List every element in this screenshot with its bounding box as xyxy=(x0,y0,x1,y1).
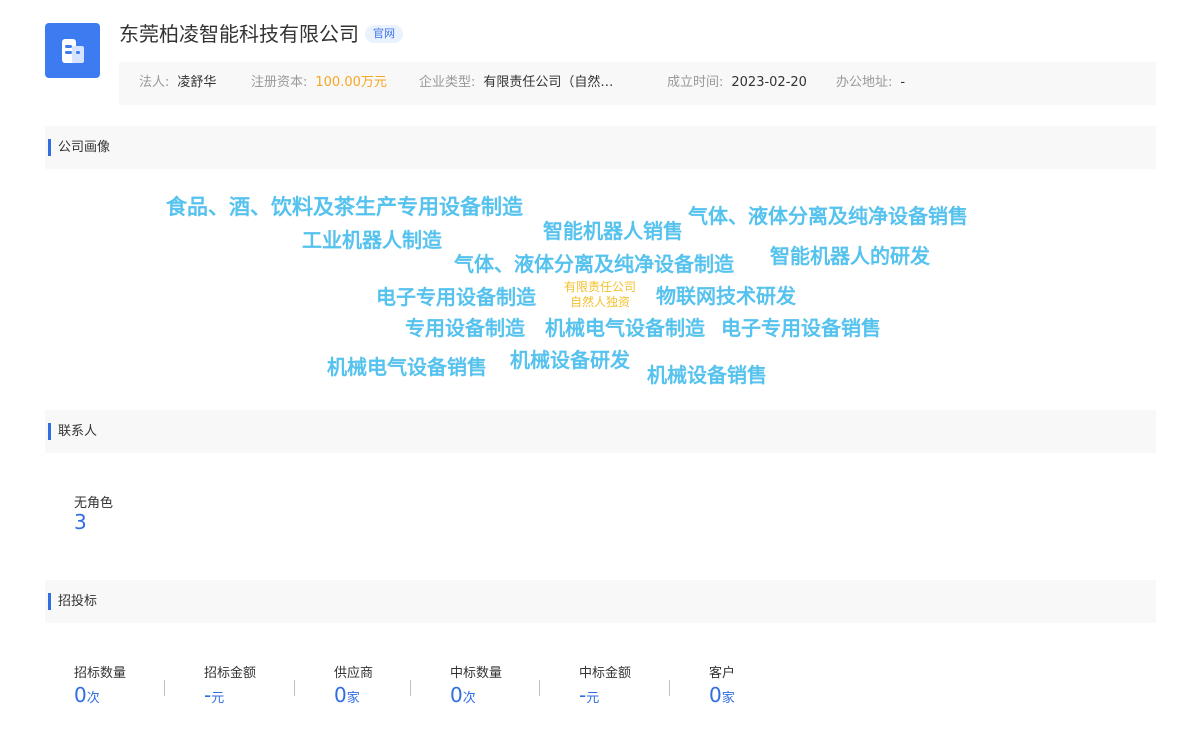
stat-divider xyxy=(539,680,540,696)
stat-label: 招标金额 xyxy=(204,666,257,681)
stat-unit: 次 xyxy=(462,691,476,706)
company-logo xyxy=(45,23,100,78)
contact-count[interactable]: 3 xyxy=(74,510,87,534)
stat-unit: 家 xyxy=(346,691,360,706)
stat-suppliers: 供应商 0家 xyxy=(334,662,373,707)
cloud-word[interactable]: 食品、酒、饮料及茶生产专用设备制造 xyxy=(166,191,523,221)
legal-person-value[interactable]: 凌舒华 xyxy=(177,75,216,90)
stat-unit: 家 xyxy=(721,691,735,706)
section-bidding-title: 招投标 xyxy=(48,593,97,610)
stat-label: 中标数量 xyxy=(450,666,503,681)
section-profile: 公司画像 xyxy=(45,126,1156,169)
company-name: 东莞柏凌智能科技有限公司 xyxy=(119,22,359,46)
section-contacts: 联系人 xyxy=(45,410,1156,453)
company-type-label: 企业类型: xyxy=(419,75,476,90)
contact-role-label: 无角色 xyxy=(74,496,114,511)
section-contacts-title: 联系人 xyxy=(48,423,97,440)
company-type-value: 有限责任公司（自然… xyxy=(483,75,614,90)
cloud-word-type-line1: 有限责任公司 xyxy=(563,280,636,294)
stat-value[interactable]: 0 xyxy=(334,683,347,707)
stat-unit: 元 xyxy=(211,691,225,706)
cloud-word[interactable]: 智能机器人的研发 xyxy=(770,240,930,269)
stat-win-count: 中标数量 0次 xyxy=(450,662,502,707)
stat-value[interactable]: 0 xyxy=(74,683,87,707)
website-link[interactable]: 官网 xyxy=(365,25,403,43)
stat-value[interactable]: 0 xyxy=(450,683,463,707)
cloud-word[interactable]: 电子专用设备制造 xyxy=(376,281,536,310)
stat-label: 供应商 xyxy=(334,666,374,681)
company-info-bar: 法人: 凌舒华 注册资本: 100.00万元 企业类型: 有限责任公司（自然… 成立时… xyxy=(119,62,1156,105)
capital-field: 注册资本: 100.00万元 xyxy=(251,62,387,103)
stat-divider xyxy=(410,680,411,696)
cloud-word[interactable]: 机械电气设备制造 xyxy=(545,312,705,341)
building-icon xyxy=(61,38,84,63)
stat-divider xyxy=(294,680,295,696)
stat-label: 招标数量 xyxy=(74,666,127,681)
established-label: 成立时间: xyxy=(667,75,724,90)
stat-unit: 元 xyxy=(586,691,600,706)
address-label: 办公地址: xyxy=(836,75,893,90)
cloud-word[interactable]: 专用设备制造 xyxy=(405,312,525,341)
capital-value: 100.00万元 xyxy=(315,75,387,90)
stat-win-amount: 中标金额 -元 xyxy=(579,662,631,707)
legal-person-field: 法人: 凌舒华 xyxy=(139,62,216,103)
cloud-word[interactable]: 机械设备研发 xyxy=(510,344,630,373)
stat-tender-amount: 招标金额 -元 xyxy=(204,662,256,707)
stat-label: 中标金额 xyxy=(579,666,632,681)
stat-divider xyxy=(669,680,670,696)
cloud-word[interactable]: 机械设备销售 xyxy=(647,359,767,388)
established-value: 2023-02-20 xyxy=(731,75,807,90)
cloud-word-type-line2: 自然人独资 xyxy=(569,295,630,309)
cloud-word[interactable]: 智能机器人销售 xyxy=(543,215,683,244)
cloud-word[interactable]: 电子专用设备销售 xyxy=(721,312,881,341)
cloud-word[interactable]: 气体、液体分离及纯净设备制造 xyxy=(454,248,734,277)
legal-person-label: 法人: xyxy=(139,75,170,90)
cloud-word[interactable]: 工业机器人制造 xyxy=(302,224,442,253)
stat-tender-count: 招标数量 0次 xyxy=(74,662,126,707)
company-type-field: 企业类型: 有限责任公司（自然… xyxy=(419,62,613,103)
stat-label: 客户 xyxy=(709,666,736,681)
stat-value[interactable]: 0 xyxy=(709,683,722,707)
stat-unit: 次 xyxy=(86,691,100,706)
cloud-word[interactable]: 气体、液体分离及纯净设备销售 xyxy=(688,200,968,229)
section-profile-title: 公司画像 xyxy=(48,139,110,156)
cloud-word[interactable]: 物联网技术研发 xyxy=(656,280,796,309)
stat-customers: 客户 0家 xyxy=(709,662,735,707)
cloud-word[interactable]: 机械电气设备销售 xyxy=(327,351,487,380)
established-field: 成立时间: 2023-02-20 xyxy=(667,62,807,103)
address-value: - xyxy=(900,75,906,90)
address-field: 办公地址: - xyxy=(836,62,905,103)
section-bidding: 招投标 xyxy=(45,580,1156,623)
stat-divider xyxy=(164,680,165,696)
cloud-word-type[interactable]: 有限责任公司 自然人独资 xyxy=(556,280,644,310)
capital-label: 注册资本: xyxy=(251,75,308,90)
